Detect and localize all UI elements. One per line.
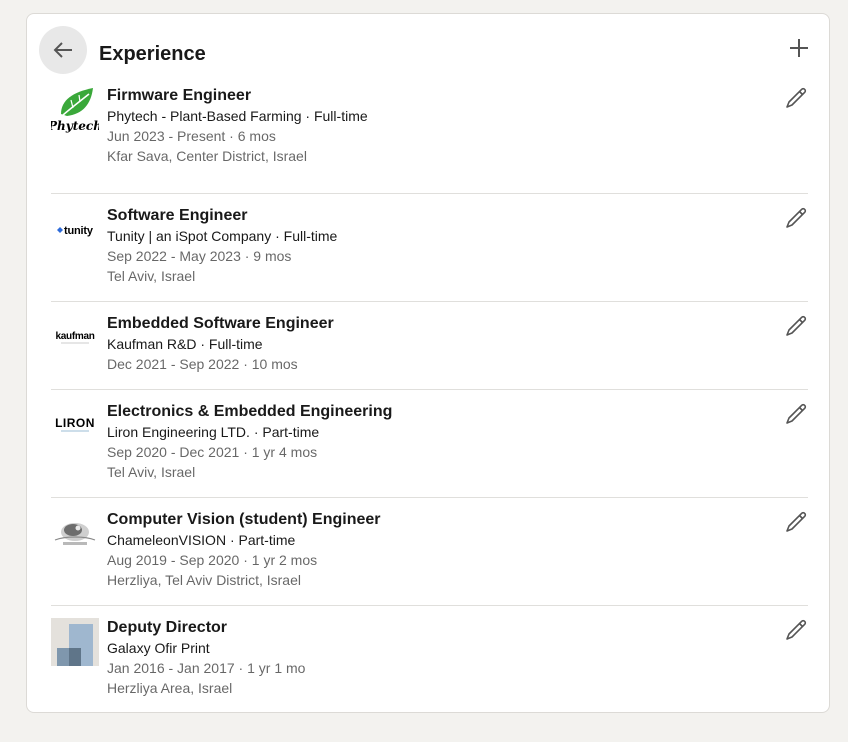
experience-item: Phytech Firmware Engineer Phytech - Plan… [51, 86, 808, 194]
company-logo-liron[interactable]: LIRON [51, 402, 99, 450]
kaufman-logo-icon: kaufman [55, 331, 95, 344]
edit-button[interactable] [784, 618, 808, 642]
leaf-icon: Phytech [51, 88, 99, 133]
company-name: Kaufman R&D · Full-time [107, 336, 263, 352]
experience-list: Phytech Firmware Engineer Phytech - Plan… [51, 86, 808, 714]
company-logo-tunity[interactable]: tunity [51, 206, 99, 254]
location: Tel Aviv, Israel [107, 464, 196, 480]
experience-details: Embedded Software Engineer Kaufman R&D ·… [107, 314, 768, 374]
company-logo-galaxy[interactable] [51, 618, 99, 666]
pencil-icon [786, 511, 807, 532]
job-title: Firmware Engineer [107, 87, 252, 104]
experience-details: Electronics & Embedded Engineering Liron… [107, 402, 768, 482]
add-experience-button[interactable] [783, 32, 815, 64]
location: Herzliya, Tel Aviv District, Israel [107, 572, 301, 588]
edit-button[interactable] [784, 510, 808, 534]
company-name: Galaxy Ofir Print [107, 640, 210, 656]
pencil-icon [786, 207, 807, 228]
location: Tel Aviv, Israel [107, 268, 196, 284]
galaxy-logo-icon [51, 618, 99, 666]
experience-item: tunity Software Engineer Tunity | an iSp… [51, 194, 808, 302]
tunity-logo-text: tunity [64, 225, 94, 237]
experience-item: LIRON Electronics & Embedded Engineering… [51, 390, 808, 498]
edit-button[interactable] [784, 86, 808, 110]
tunity-logo-icon: tunity [57, 225, 94, 237]
company-name: Phytech - Plant-Based Farming · Full-tim… [107, 108, 368, 124]
experience-item: Deputy Director Galaxy Ofir Print Jan 20… [51, 606, 808, 714]
edit-button[interactable] [784, 206, 808, 230]
location: Kfar Sava, Center District, Israel [107, 148, 307, 164]
company-logo-kaufman[interactable]: kaufman [51, 314, 99, 362]
company-name: ChameleonVISION · Part-time [107, 532, 296, 548]
date-range: Jan 2016 - Jan 2017 · 1 yr 1 mo [107, 660, 306, 676]
company-logo-phytech[interactable]: Phytech [51, 86, 99, 134]
page-title: Experience [99, 43, 206, 65]
experience-item: kaufman Embedded Software Engineer Kaufm… [51, 302, 808, 390]
arrow-left-icon [53, 42, 72, 58]
experience-details: Deputy Director Galaxy Ofir Print Jan 20… [107, 618, 768, 698]
experience-card: Experience Phytech Firmware Engineer Phy [26, 13, 830, 713]
pencil-icon [786, 315, 807, 336]
experience-details: Firmware Engineer Phytech - Plant-Based … [107, 86, 768, 166]
company-name: Tunity | an iSpot Company · Full-time [107, 228, 338, 244]
liron-logo-text: LIRON [55, 416, 95, 430]
date-range: Jun 2023 - Present · 6 mos [107, 128, 276, 144]
phytech-logo-text: Phytech [51, 119, 99, 133]
pencil-icon [786, 87, 807, 108]
date-range: Aug 2019 - Sep 2020 · 1 yr 2 mos [107, 552, 318, 568]
experience-details: Computer Vision (student) Engineer Chame… [107, 510, 768, 590]
liron-logo-icon: LIRON [55, 416, 95, 432]
date-range: Sep 2022 - May 2023 · 9 mos [107, 248, 292, 264]
back-button[interactable] [39, 26, 87, 74]
job-title: Computer Vision (student) Engineer [107, 511, 381, 528]
job-title: Electronics & Embedded Engineering [107, 403, 393, 420]
edit-button[interactable] [784, 314, 808, 338]
date-range: Sep 2020 - Dec 2021 · 1 yr 4 mos [107, 444, 318, 460]
location: Herzliya Area, Israel [107, 680, 233, 696]
chameleon-logo-icon [54, 523, 96, 545]
job-title: Deputy Director [107, 619, 228, 636]
pencil-icon [786, 619, 807, 640]
company-name: Liron Engineering LTD. · Part-time [107, 424, 320, 440]
pencil-icon [786, 403, 807, 424]
kaufman-logo-text: kaufman [55, 331, 94, 342]
date-range: Dec 2021 - Sep 2022 · 10 mos [107, 356, 298, 372]
plus-icon [790, 39, 808, 57]
experience-header: Experience [27, 14, 829, 88]
edit-button[interactable] [784, 402, 808, 426]
experience-details: Software Engineer Tunity | an iSpot Comp… [107, 206, 768, 286]
job-title: Embedded Software Engineer [107, 315, 334, 332]
job-title: Software Engineer [107, 207, 248, 224]
experience-item: Computer Vision (student) Engineer Chame… [51, 498, 808, 606]
company-logo-chameleonvision[interactable] [51, 510, 99, 558]
